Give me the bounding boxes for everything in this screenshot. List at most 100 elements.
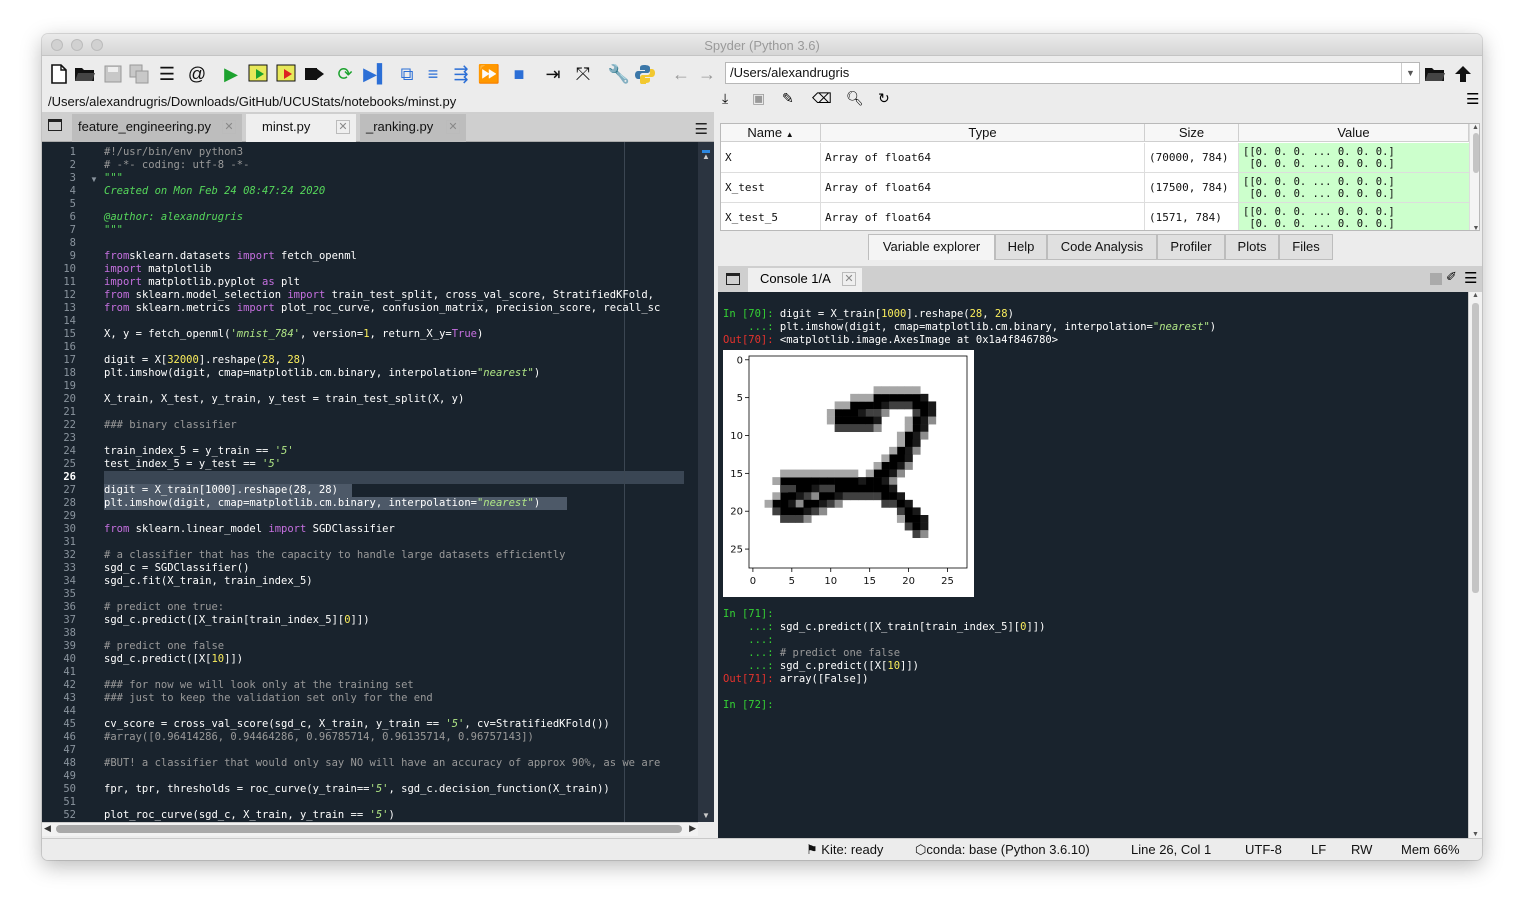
variable-type-cell[interactable]: Array of float64 [821, 173, 1145, 203]
step-icon[interactable]: ⧉ [396, 63, 418, 85]
variable-size-cell[interactable]: (1571, 784) [1145, 203, 1239, 230]
scroll-thumb[interactable] [1472, 133, 1479, 173]
scroll-up-icon[interactable]: ▲ [1470, 124, 1479, 131]
preferences-wrench-icon[interactable]: 🔧 [608, 63, 630, 85]
variable-size-cell[interactable]: (17500, 784) [1145, 173, 1239, 203]
run-cell-advance-icon[interactable] [276, 63, 298, 85]
scroll-right-icon[interactable]: ▶ [689, 823, 696, 834]
tab-plots[interactable]: Plots [1225, 234, 1279, 260]
tab-code-analysis[interactable]: Code Analysis [1047, 234, 1157, 260]
tab-help[interactable]: Help [995, 234, 1047, 260]
console-options-menu-icon[interactable]: ☰ [1464, 269, 1477, 287]
save-icon[interactable] [102, 63, 124, 85]
debug-icon[interactable]: ▶▍ [363, 63, 391, 85]
scroll-up-icon[interactable]: ▲ [702, 152, 710, 161]
run-cell-icon[interactable] [248, 63, 270, 85]
stop-debug-icon[interactable]: ■ [508, 63, 530, 85]
scroll-down-icon[interactable]: ▼ [1469, 831, 1482, 838]
variable-name-cell[interactable]: X [721, 143, 821, 173]
variable-table-scrollbar[interactable]: ▲ ▼ [1469, 124, 1479, 230]
variable-name-cell[interactable]: X_test_5 [721, 203, 821, 230]
close-tab-icon[interactable]: ✕ [336, 120, 350, 134]
tab-minst[interactable]: minst.py ✕ [246, 114, 356, 142]
options-menu-icon[interactable]: ☰ [1466, 90, 1479, 108]
browse-tabs-icon[interactable] [726, 273, 740, 285]
tab-feature-engineering[interactable]: feature_engineering.py ✕ [72, 114, 242, 142]
tab-console[interactable]: Console 1/A ✕ [748, 268, 862, 292]
variable-type-cell[interactable]: Array of float64 [821, 143, 1145, 173]
fold-chevron-icon[interactable]: ▼ [90, 175, 98, 184]
code-editor[interactable]: 1 2 3 4 5 6 7 8 9 10 11 12 13 14 15 16 17 18 19 20 21 22 23 24 2… [42, 142, 714, 822]
image-pixel [896, 454, 906, 463]
close-tab-icon[interactable]: ✕ [222, 120, 236, 134]
variable-value-cell[interactable]: [[0. 0. 0. ... 0. 0. 0.] [0. 0. 0. ... 0… [1239, 203, 1469, 230]
new-file-icon[interactable] [48, 63, 70, 85]
column-header-name[interactable]: Name ▲ [721, 124, 821, 142]
scroll-up-icon[interactable]: ▲ [1469, 292, 1482, 299]
save-all-icon[interactable] [128, 63, 150, 85]
open-file-icon[interactable] [74, 63, 96, 85]
python-path-icon[interactable] [634, 63, 656, 85]
parent-dir-icon[interactable] [1452, 63, 1474, 85]
line-number: 6 [69, 211, 76, 223]
horizontal-scroll-thumb[interactable] [56, 825, 682, 833]
back-arrow-icon[interactable]: ← [670, 63, 692, 85]
status-bar: ⚑ Kite: ready ⬡conda: base (Python 3.6.1… [42, 838, 1482, 860]
image-pixel [881, 492, 890, 501]
remove-all-variables-icon[interactable]: ⌫ [812, 90, 832, 107]
tab-files[interactable]: Files [1279, 234, 1333, 260]
variable-explorer-toolbar: ⤓ ▣ ✎ ⌫ 🔍︎ ↻ ☰ [718, 90, 1482, 120]
tab-profiler[interactable]: Profiler [1157, 234, 1225, 260]
editor-options-menu-icon[interactable]: ☰ [695, 120, 708, 138]
close-tab-icon[interactable]: ✕ [842, 272, 856, 286]
chevron-down-icon[interactable]: ▼ [1401, 63, 1419, 83]
variable-value-cell[interactable]: [[0. 0. 0. ... 0. 0. 0.] [0. 0. 0. ... 0… [1239, 173, 1469, 203]
step-into-icon[interactable]: ≡ [422, 63, 444, 85]
working-directory-input[interactable]: /Users/alexandrugris ▼ [725, 62, 1420, 84]
run-selection-icon[interactable] [304, 63, 326, 85]
browse-folder-icon[interactable] [1424, 63, 1446, 85]
maximize-pane-icon[interactable]: ⇥ [542, 63, 564, 85]
save-data-icon[interactable]: ▣ [752, 90, 765, 107]
interrupt-kernel-icon[interactable] [1430, 273, 1442, 285]
fullscreen-icon[interactable]: ⤧ [572, 63, 594, 85]
clear-console-icon[interactable]: ✐ [1446, 269, 1457, 285]
rerun-icon[interactable]: ⟳ [334, 63, 356, 85]
column-header-value[interactable]: Value [1239, 124, 1469, 142]
browse-tabs-icon[interactable] [48, 119, 62, 131]
step-return-icon[interactable]: ⇶ [450, 63, 472, 85]
variable-value-cell[interactable]: [[0. 0. 0. ... 0. 0. 0.] [0. 0. 0. ... 0… [1239, 143, 1469, 173]
line-number: 30 [63, 523, 76, 535]
code-token: import [104, 276, 142, 288]
variable-name-cell[interactable]: X_test [721, 173, 821, 203]
image-pixel [850, 393, 859, 402]
scroll-down-icon[interactable]: ▼ [702, 811, 710, 820]
tab-ranking[interactable]: _ranking.py ✕ [360, 114, 466, 142]
column-header-size[interactable]: Size [1145, 124, 1239, 142]
column-header-type[interactable]: Type [821, 124, 1145, 142]
refresh-icon[interactable]: ↻ [878, 90, 890, 107]
image-pixel [850, 469, 859, 478]
image-pixel [811, 469, 820, 478]
image-pixel [842, 416, 851, 425]
tab-variable-explorer[interactable]: Variable explorer [868, 234, 995, 260]
image-pixel [764, 499, 773, 508]
editor-horizontal-scrollbar[interactable]: ◀ ▶ [42, 822, 698, 836]
forward-arrow-icon[interactable]: → [696, 63, 718, 85]
variable-type-cell[interactable]: Array of float64 [821, 203, 1145, 230]
save-data-as-icon[interactable]: ✎ [782, 90, 794, 107]
console-vertical-scrollbar[interactable]: ▲ ▼ [1468, 292, 1482, 838]
line-number: 18 [63, 367, 76, 379]
list-icon[interactable]: ☰ [156, 63, 178, 85]
scroll-left-icon[interactable]: ◀ [44, 823, 51, 834]
scroll-thumb[interactable] [1472, 303, 1479, 593]
variable-size-cell[interactable]: (70000, 784) [1145, 143, 1239, 173]
close-tab-icon[interactable]: ✕ [446, 120, 460, 134]
run-file-icon[interactable]: ▶ [220, 63, 242, 85]
scroll-down-icon[interactable]: ▼ [1470, 225, 1479, 230]
search-icon[interactable]: 🔍︎ [846, 90, 864, 107]
at-icon[interactable]: @ [186, 63, 208, 85]
editor-vertical-scrollbar[interactable]: ▲ ▼ [698, 142, 714, 822]
continue-icon[interactable]: ⏩ [478, 63, 500, 85]
import-data-icon[interactable]: ⤓ [722, 90, 728, 107]
